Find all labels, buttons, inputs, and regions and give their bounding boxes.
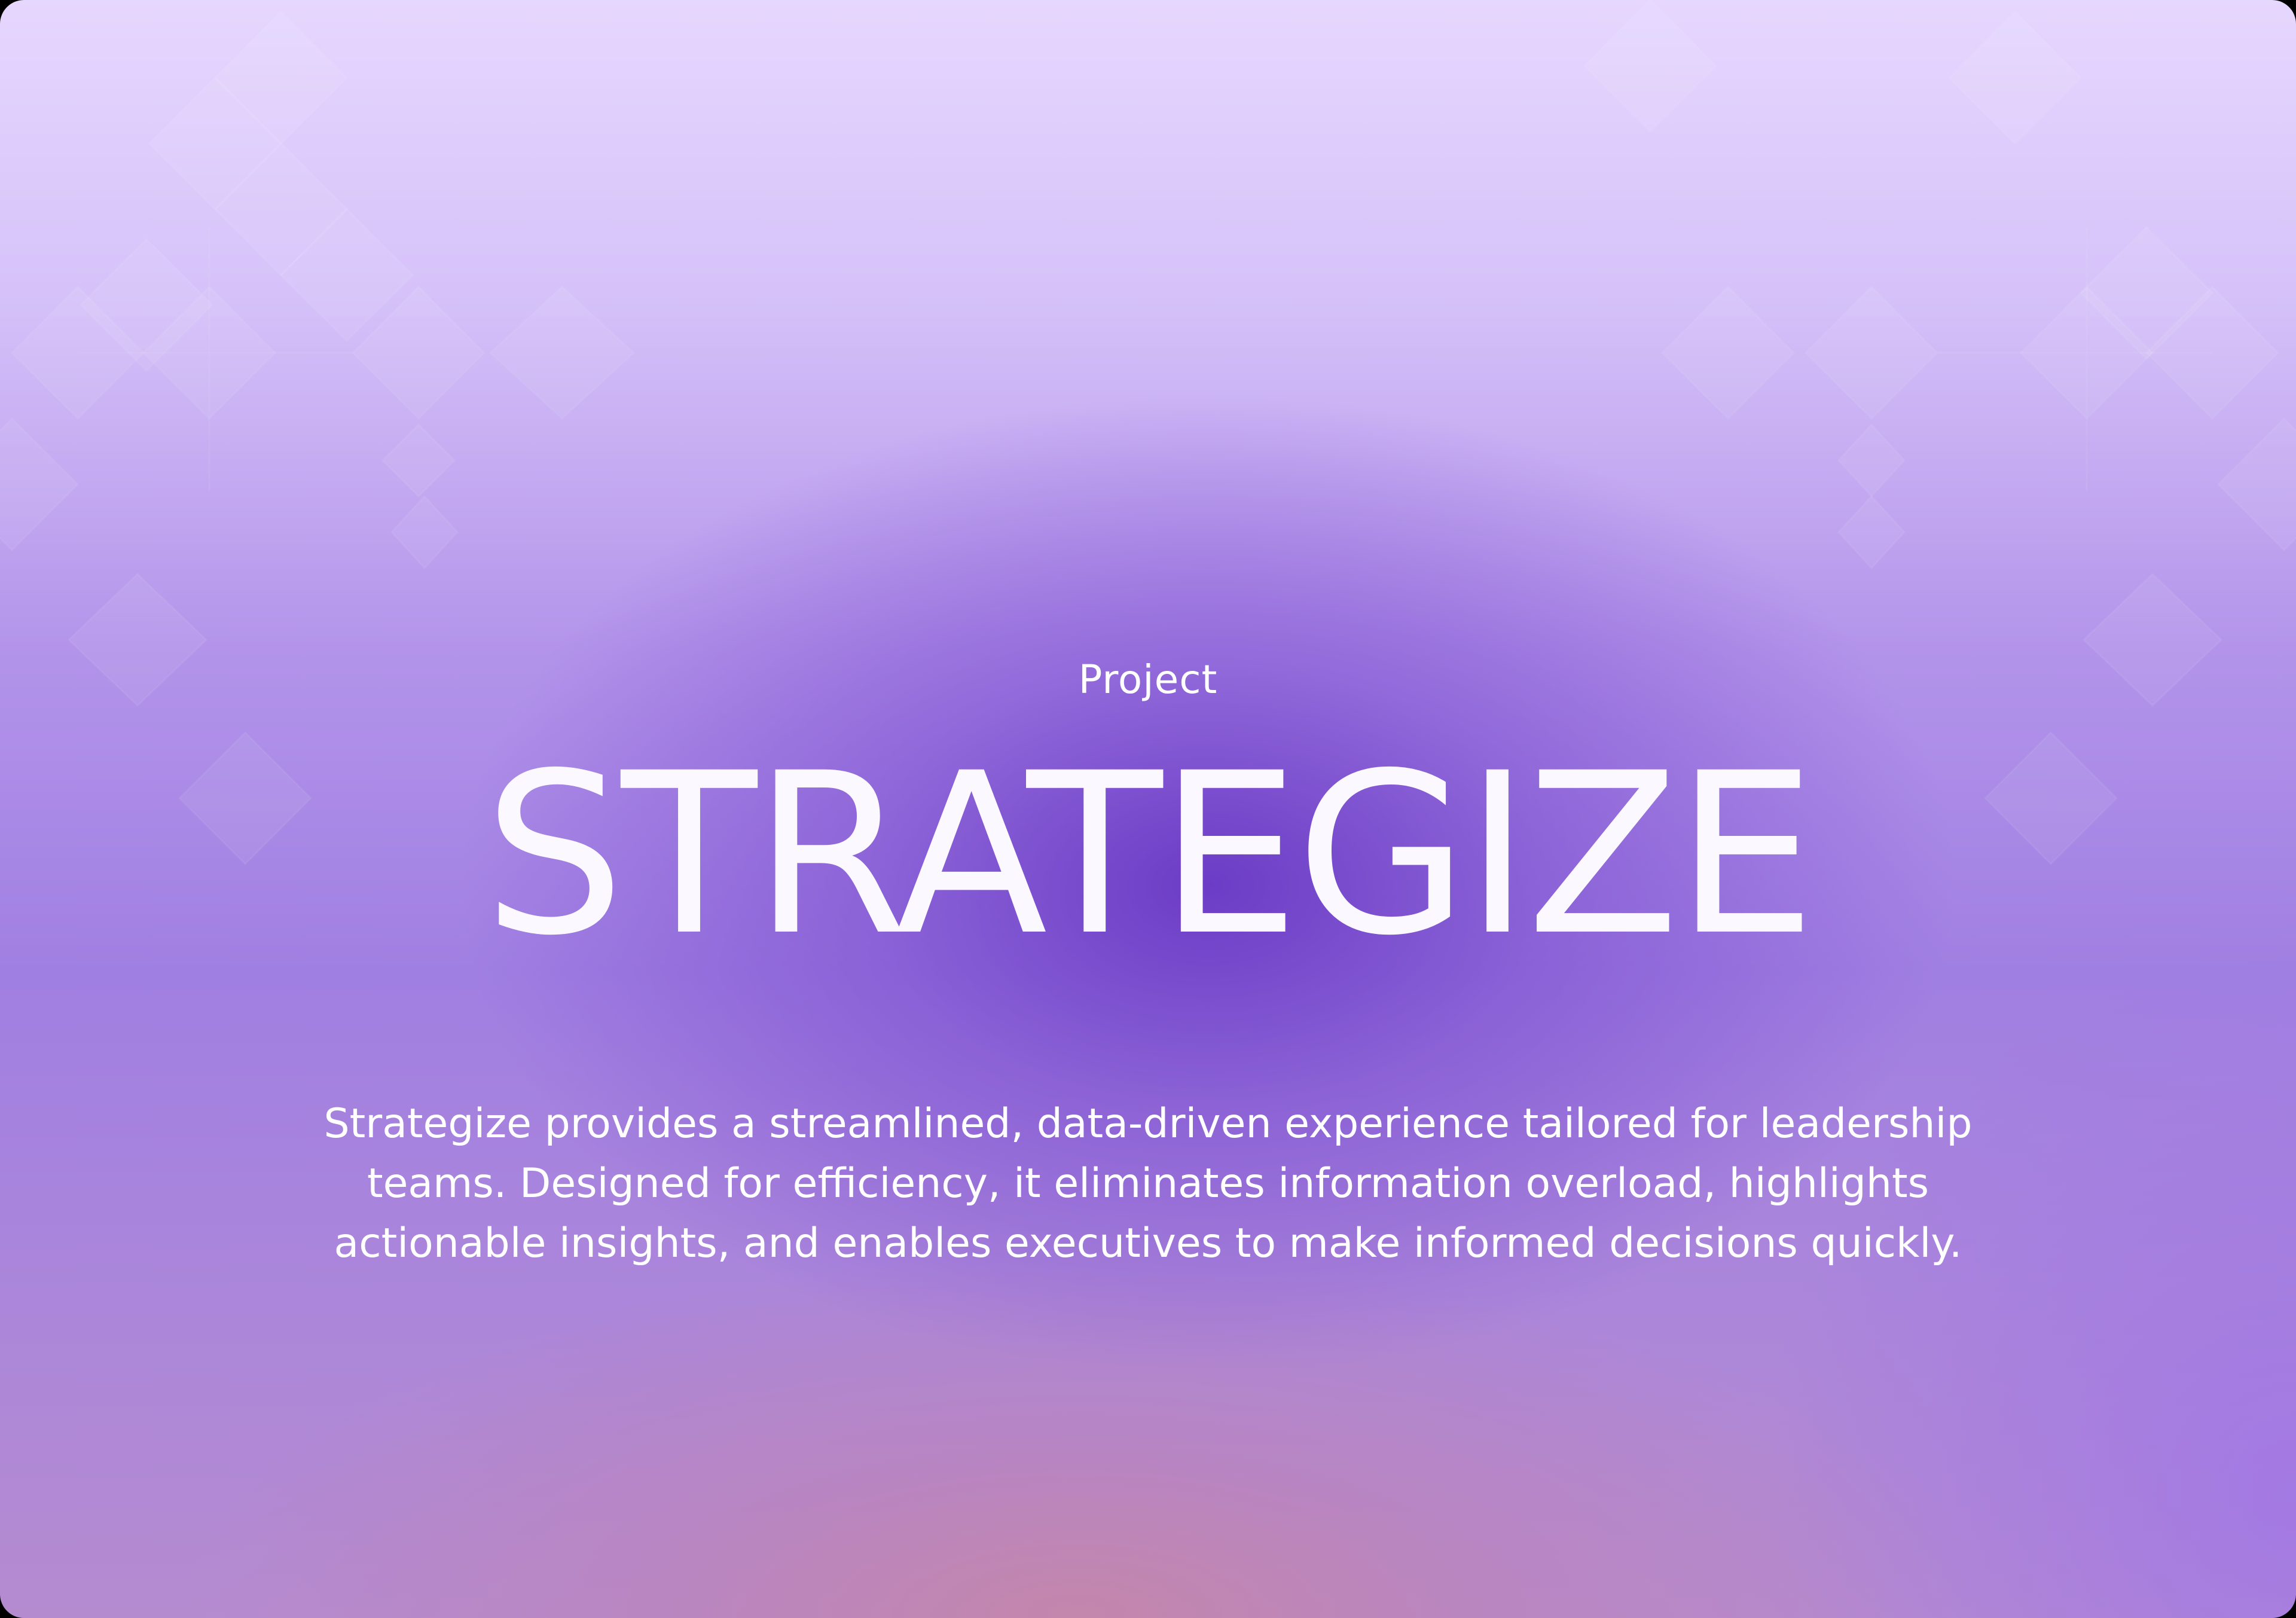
project-label: Project: [1078, 657, 1218, 703]
cover-slide: Project STRATEGIZE Strategize provides a…: [0, 0, 2296, 1618]
project-description: Strategize provides a streamlined, data-…: [323, 1100, 1973, 1267]
project-title: STRATEGIZE: [483, 725, 1816, 984]
